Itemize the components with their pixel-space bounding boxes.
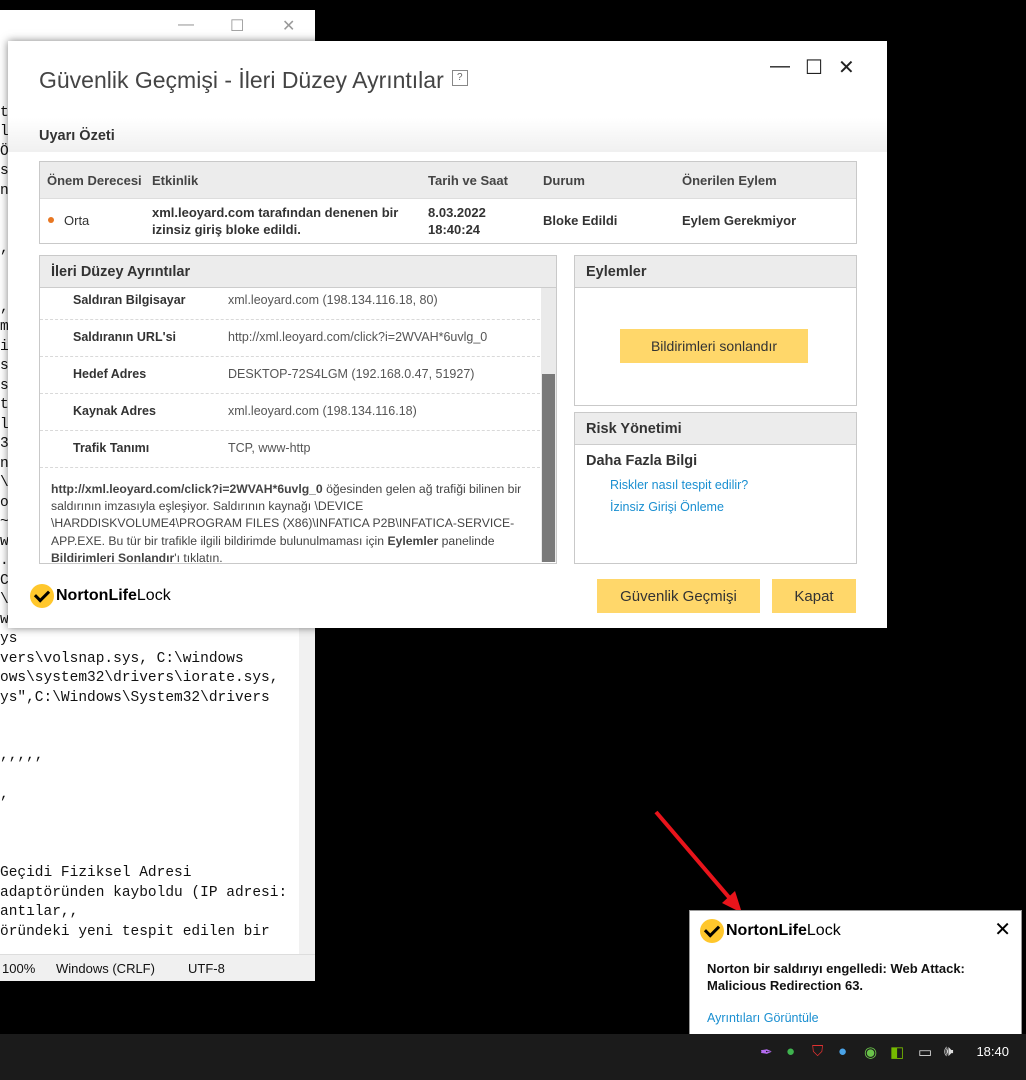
logo-text: NortonLifeLock [726,922,841,940]
shield-icon[interactable]: ⛉ [812,1043,823,1060]
toast-message: Norton bir saldırıyı engelledi: Web Atta… [707,961,965,993]
close-icon[interactable]: ✕ [994,917,1011,942]
norton-toast-notification[interactable]: NortonLifeLock ✕ Norton bir saldırıyı en… [689,910,1022,1036]
steam-icon[interactable]: ● [838,1043,847,1060]
clock[interactable]: 18:40 [976,1044,1009,1059]
network-icon[interactable]: ▭ [918,1043,932,1061]
volume-icon[interactable]: 🕪 [944,1043,953,1060]
checkmark-icon [700,919,724,943]
logo-word-lock: Lock [806,922,841,939]
taskbar: ✒ ● ⛉ ● ◉ ◧ ▭ 🕪 18:40 [0,1034,1026,1080]
view-details-link[interactable]: Ayrıntıları Görüntüle [707,1011,819,1025]
logo-word-norton: Norton [726,922,779,939]
globe-app-icon[interactable]: ● [786,1043,795,1060]
nvidia-icon[interactable]: ◧ [890,1043,904,1061]
feather-icon[interactable]: ✒ [760,1043,773,1061]
logo-word-life: Life [778,922,807,939]
sync-icon[interactable]: ◉ [864,1043,877,1061]
